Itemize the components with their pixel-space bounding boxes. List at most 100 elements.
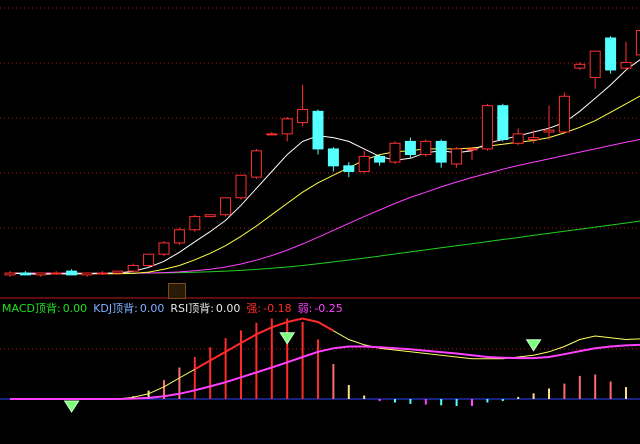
candle-body xyxy=(250,150,262,178)
candle xyxy=(389,141,401,164)
candle xyxy=(312,109,324,155)
candle xyxy=(404,137,416,159)
candle-body xyxy=(4,272,16,276)
candle xyxy=(81,272,93,277)
candle-body xyxy=(497,105,509,141)
legend-item: 强: xyxy=(246,302,262,315)
candle xyxy=(574,62,586,70)
candle xyxy=(558,92,570,134)
candle xyxy=(220,197,232,217)
candle-body xyxy=(374,155,386,163)
candle xyxy=(635,29,640,56)
candle xyxy=(235,174,247,200)
candle-body xyxy=(605,37,617,71)
candle-body xyxy=(558,95,570,133)
legend-item: 0.00 xyxy=(62,302,88,315)
candle xyxy=(605,36,617,74)
ma10-line xyxy=(9,95,640,275)
candle-body xyxy=(189,216,201,231)
candle-body xyxy=(451,148,463,165)
candle-body xyxy=(266,133,278,136)
ma5-line xyxy=(9,59,640,275)
candle-body xyxy=(620,61,632,69)
candle-body xyxy=(543,129,555,133)
macd-panel xyxy=(0,317,640,413)
candle-body xyxy=(327,148,339,167)
candle-body xyxy=(312,110,324,150)
candle-body xyxy=(35,272,47,276)
candle xyxy=(589,50,601,89)
legend-item: 弱: xyxy=(297,302,313,315)
candle-body xyxy=(281,118,293,135)
candle xyxy=(297,85,309,127)
candle xyxy=(35,272,47,277)
candle-body xyxy=(66,270,78,276)
candle xyxy=(281,116,293,142)
candle xyxy=(466,147,478,161)
ma20-line xyxy=(10,138,640,274)
candle-body xyxy=(96,272,108,275)
candle-body xyxy=(589,50,601,78)
candle-body xyxy=(19,272,31,276)
candle xyxy=(50,271,62,275)
candle-body xyxy=(50,272,62,275)
candle-body xyxy=(204,214,216,218)
candle-body xyxy=(528,137,540,141)
candle xyxy=(143,253,155,268)
candle-body xyxy=(220,197,232,216)
candle-body xyxy=(143,253,155,266)
dif-line xyxy=(10,317,640,400)
candle xyxy=(358,150,370,174)
strong-line xyxy=(194,317,334,371)
candle-body xyxy=(635,29,640,56)
candle xyxy=(497,103,509,142)
grid-lines xyxy=(0,7,640,350)
candle-body xyxy=(127,264,139,272)
ma60-line xyxy=(10,220,640,274)
candle xyxy=(189,214,201,232)
candle xyxy=(66,269,78,276)
candle-body xyxy=(466,148,478,151)
legend-item: MACD顶背: xyxy=(2,302,61,315)
legend-item: KDJ顶背: xyxy=(93,302,138,315)
badge-die xyxy=(243,283,259,297)
candle-body xyxy=(158,242,170,255)
candle-body xyxy=(235,174,247,199)
candle xyxy=(481,103,493,151)
candle xyxy=(435,139,447,168)
candle xyxy=(543,105,555,140)
candle xyxy=(4,271,16,277)
legend-item: 0.00 xyxy=(139,302,165,315)
candle xyxy=(158,241,170,257)
candle-body xyxy=(358,155,370,172)
candle-body xyxy=(343,165,355,172)
candle-body xyxy=(481,105,493,150)
diamond-marker xyxy=(279,332,296,345)
candle xyxy=(96,271,108,275)
candle xyxy=(204,214,216,218)
candle-body xyxy=(81,272,93,276)
candle xyxy=(420,139,432,157)
legend-item: 0.00 xyxy=(215,302,241,315)
legend-item: -0.25 xyxy=(314,302,343,315)
candle-body xyxy=(574,63,586,69)
candle xyxy=(173,227,185,245)
macd-legend: MACD顶背: 0.00 KDJ顶背: 0.00 RSI顶背: 0.00 强: -0.18 弱:… xyxy=(2,302,349,315)
candle-body xyxy=(112,270,124,274)
candle xyxy=(127,263,139,273)
candle-body xyxy=(435,140,447,163)
candle-body xyxy=(404,140,416,156)
badge-bang xyxy=(168,283,186,299)
candle-body xyxy=(512,133,524,144)
candle xyxy=(620,41,632,70)
candle xyxy=(374,154,386,166)
candle-body xyxy=(297,108,309,124)
candle xyxy=(512,128,524,146)
candle-body xyxy=(389,142,401,163)
candle xyxy=(327,147,339,172)
candle xyxy=(451,147,463,168)
moving-average-lines xyxy=(9,59,640,275)
candle xyxy=(343,162,355,178)
candle xyxy=(112,270,124,275)
candle xyxy=(19,271,31,276)
